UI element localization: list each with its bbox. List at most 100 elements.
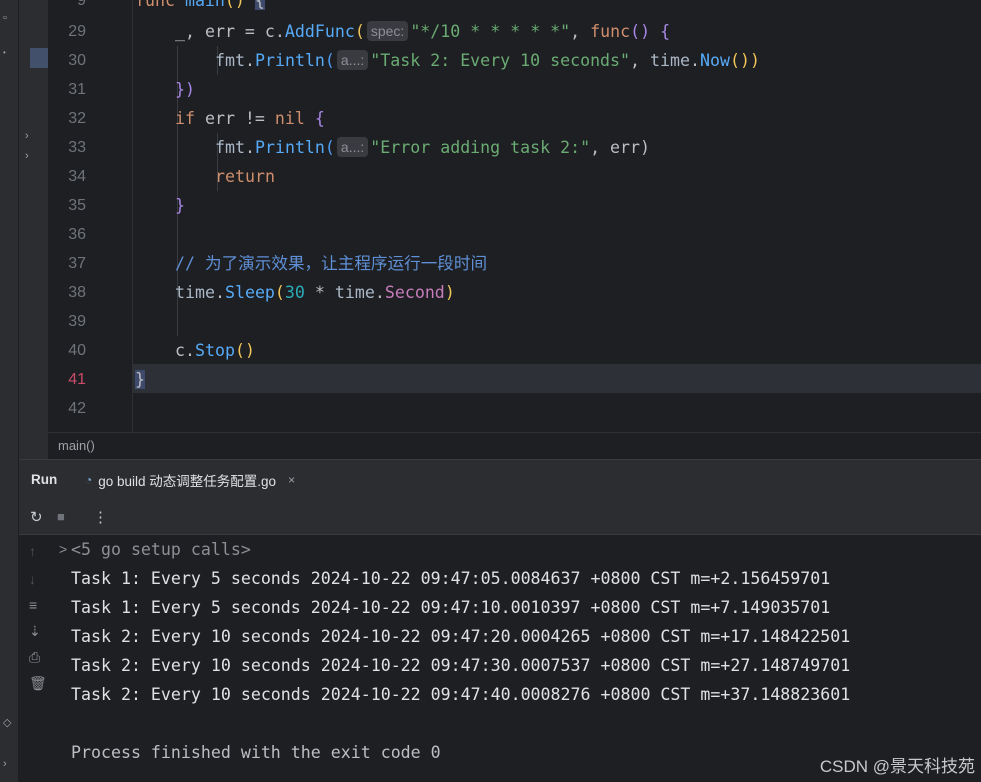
console-line: Task 2: Every 10 seconds 2024-10-22 09:4… bbox=[71, 685, 851, 704]
code-text: . bbox=[689, 51, 700, 70]
code-line-29: _, err = c.AddFunc(spec: "*/10 * * * * *"… bbox=[175, 17, 670, 46]
method-call: Stop bbox=[194, 341, 235, 360]
parameter-hint: a...: bbox=[336, 50, 369, 70]
package-name: fmt bbox=[215, 51, 245, 70]
console-line: Task 2: Every 10 seconds 2024-10-22 09:4… bbox=[71, 627, 851, 646]
console-output[interactable]: > <5 go setup calls> Task 1: Every 5 sec… bbox=[57, 535, 981, 782]
parameter-hint: a...: bbox=[336, 137, 369, 157]
code-text: . bbox=[244, 138, 255, 157]
code-editor[interactable]: 9 func main() { 29 30 31 32 33 34 35 36 … bbox=[48, 0, 981, 432]
dot-icon: • bbox=[3, 48, 6, 57]
code-text: err != bbox=[194, 109, 275, 128]
scroll-to-end-icon[interactable]: ⇣ bbox=[29, 623, 41, 640]
run-tool-window-header: Run ◔ go build 动态调整任务配置.go × bbox=[19, 459, 981, 502]
code-text: , bbox=[630, 51, 651, 70]
more-options-icon[interactable]: ⋮ bbox=[93, 508, 108, 526]
code-line-30: fmt. Println(a...: "Task 2: Every 10 secon… bbox=[215, 46, 760, 75]
line-number: 33 bbox=[68, 139, 86, 156]
string-literal: "*/10 * * * * *" bbox=[410, 22, 571, 41]
line-number: 31 bbox=[68, 81, 86, 98]
current-line-number: 41 bbox=[68, 371, 86, 388]
package-name: fmt bbox=[215, 138, 245, 157]
line-number: 29 bbox=[68, 23, 86, 40]
code-line-35: } bbox=[175, 196, 185, 215]
close-tab-icon[interactable]: × bbox=[288, 473, 295, 487]
keyword: func bbox=[135, 0, 185, 10]
punct: () bbox=[224, 0, 255, 10]
go-file-icon: ◔ bbox=[85, 473, 93, 487]
line-number: 40 bbox=[68, 342, 86, 359]
line-number: 39 bbox=[68, 313, 86, 330]
line-number: 37 bbox=[68, 255, 86, 272]
package-name: time bbox=[175, 283, 215, 302]
string-literal: "Error adding task 2:" bbox=[370, 138, 591, 157]
punct: ) bbox=[444, 283, 455, 302]
stop-icon[interactable]: ■ bbox=[57, 509, 65, 524]
line-number: 9 bbox=[77, 0, 86, 9]
services-icon[interactable]: ◇ bbox=[3, 716, 11, 729]
line-number: 35 bbox=[68, 197, 86, 214]
arrow-up-icon[interactable]: ↑ bbox=[29, 543, 36, 559]
keyword: func bbox=[590, 22, 631, 41]
run-tab[interactable]: ◔ go build 动态调整任务配置.go × bbox=[73, 460, 306, 502]
code-comment: // 为了演示效果，让主程序运行一段时间 bbox=[175, 254, 488, 273]
string-literal: "Task 2: Every 10 seconds" bbox=[370, 51, 631, 70]
arrow-down-icon[interactable]: ↓ bbox=[29, 571, 36, 587]
code-line-41: } bbox=[135, 365, 145, 394]
project-icon[interactable]: ▫ bbox=[3, 12, 7, 24]
code-text: , err) bbox=[590, 138, 651, 157]
keyword: if bbox=[175, 109, 195, 128]
code-line-34: return bbox=[215, 167, 275, 186]
package-name: time bbox=[334, 283, 375, 302]
project-tree-panel: › › bbox=[19, 0, 48, 460]
print-icon[interactable]: ⎙ bbox=[29, 649, 40, 666]
expand-chevron-icon[interactable]: › bbox=[25, 130, 29, 142]
package-name: time bbox=[650, 51, 690, 70]
soft-wrap-icon[interactable]: ≡ bbox=[29, 597, 37, 613]
setup-calls-line[interactable]: <5 go setup calls> bbox=[71, 535, 251, 564]
rerun-icon[interactable]: ↻ bbox=[30, 508, 43, 526]
expand-chevron-icon[interactable]: › bbox=[25, 150, 29, 162]
breadcrumb[interactable]: main() bbox=[58, 438, 95, 453]
code-text: * bbox=[304, 283, 335, 302]
current-line-highlight bbox=[48, 364, 981, 393]
breadcrumb-bar: main() bbox=[48, 432, 981, 459]
run-tab-label: go build 动态调整任务配置.go bbox=[98, 474, 277, 489]
terminal-icon[interactable]: › bbox=[3, 758, 7, 770]
punct: () bbox=[234, 341, 255, 360]
tree-selected-item[interactable] bbox=[30, 48, 48, 68]
number-literal: 30 bbox=[284, 283, 305, 302]
line-number: 36 bbox=[68, 226, 86, 243]
brace: } bbox=[135, 370, 145, 389]
code-text: , bbox=[570, 22, 591, 41]
punct: () { bbox=[630, 22, 671, 41]
constant-name: Second bbox=[384, 283, 445, 302]
console-line: Task 1: Every 5 seconds 2024-10-22 09:47… bbox=[71, 598, 831, 617]
run-window-title: Run bbox=[31, 472, 58, 487]
punct: ( bbox=[274, 283, 285, 302]
line-number: 42 bbox=[68, 400, 86, 417]
fold-chevron-icon[interactable]: > bbox=[59, 535, 67, 564]
code-line-40: c.Stop() bbox=[175, 336, 255, 365]
method-call: Println bbox=[254, 138, 325, 157]
tool-window-strip: ▫ • ◇ › bbox=[0, 0, 19, 782]
line-number: 38 bbox=[68, 284, 86, 301]
method-call: Println bbox=[254, 51, 325, 70]
console-line: Task 2: Every 10 seconds 2024-10-22 09:4… bbox=[71, 656, 851, 675]
method-call: AddFunc bbox=[284, 22, 355, 41]
watermark: CSDN @景天科技苑 bbox=[819, 757, 975, 776]
method-call: Now bbox=[699, 51, 730, 70]
console-line: Task 1: Every 5 seconds 2024-10-22 09:47… bbox=[71, 569, 831, 588]
trash-icon[interactable]: 🗑 bbox=[29, 675, 47, 692]
punct: ( bbox=[324, 51, 335, 70]
keyword: nil bbox=[274, 109, 305, 128]
code-text: . bbox=[374, 283, 385, 302]
punct: ( bbox=[354, 22, 365, 41]
parameter-hint: spec: bbox=[366, 21, 409, 41]
brace: { bbox=[254, 0, 265, 10]
code-line-33: fmt.Println(a...: "Error adding task 2:",… bbox=[215, 133, 650, 162]
punct: ( bbox=[324, 138, 335, 157]
run-toolbar: ↻ ■ ⋮ bbox=[19, 500, 981, 535]
code-line-31: }) bbox=[175, 80, 195, 99]
code-line-38: time.Sleep(30 * time.Second) bbox=[175, 278, 455, 307]
